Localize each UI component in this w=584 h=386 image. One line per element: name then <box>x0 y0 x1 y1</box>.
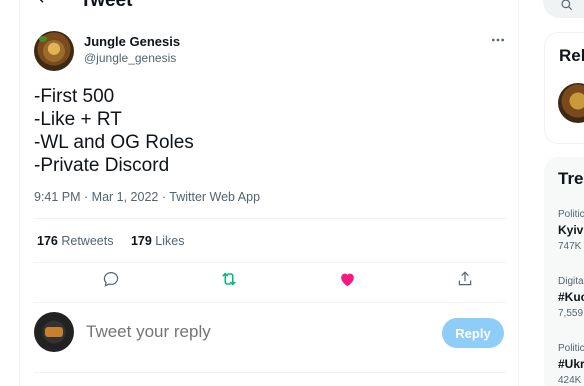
leaf-decoration <box>39 36 47 42</box>
next-tweet <box>34 372 506 382</box>
relevant-person-avatar[interactable] <box>558 83 584 123</box>
retweet-icon[interactable] <box>218 268 240 290</box>
author-avatar[interactable] <box>34 31 74 71</box>
trend-count: 424K <box>558 375 582 386</box>
trends-card: Tre Politic Kyiv 747K Digita #Kuc 7,559 … <box>544 157 584 386</box>
retweets-stat[interactable]: 176 Retweets <box>37 234 113 248</box>
trend-name: #Ukr <box>558 357 584 371</box>
relevant-people-card: Rel <box>544 32 584 144</box>
lion-avatar-art <box>43 40 65 62</box>
tweet-header: Tweet <box>20 0 518 11</box>
relevant-people-title: Rel <box>559 46 584 65</box>
trends-title: Tre <box>558 169 584 188</box>
divider <box>34 302 506 303</box>
tweet-text: -First 500 -Like + RT -WL and OG Roles -… <box>34 85 194 177</box>
trend-category: Digita <box>558 276 584 287</box>
share-icon[interactable] <box>454 268 476 290</box>
search-icon <box>560 0 574 17</box>
retweets-count: 176 <box>37 234 58 248</box>
divider <box>34 262 506 263</box>
trend-item[interactable]: Digita #Kuc 7,559 <box>558 276 584 319</box>
trend-name: Kyiv <box>558 223 584 237</box>
reply-button[interactable]: Reply <box>442 318 504 348</box>
trend-category: Politic <box>558 343 584 354</box>
tweet-line: -WL and OG Roles <box>34 132 194 153</box>
more-options-icon[interactable] <box>490 32 506 51</box>
page-title: Tweet <box>80 0 133 11</box>
avatar-art <box>45 327 63 337</box>
trend-count: 7,559 <box>558 308 584 319</box>
search-bar[interactable] <box>543 0 584 18</box>
tweet-stats: 176 Retweets 179 Likes <box>37 234 198 248</box>
current-user-avatar[interactable] <box>34 312 74 352</box>
reply-composer: Reply <box>34 312 506 356</box>
tweet-line: -First 500 <box>34 86 115 107</box>
tweet-line: -Private Discord <box>34 155 170 176</box>
tweet-line: -Like + RT <box>34 109 122 130</box>
author-name[interactable]: Jungle Genesis <box>84 34 180 49</box>
trend-item[interactable]: Politic Kyiv 747K <box>558 209 584 252</box>
likes-count: 179 <box>130 234 152 248</box>
like-heart-icon[interactable] <box>336 268 358 290</box>
retweets-label: Retweets <box>61 234 114 248</box>
tweet-column: Tweet Jungle Genesis @jungle_genesis -Fi… <box>19 0 519 386</box>
reply-icon[interactable] <box>100 268 122 290</box>
trend-category: Politic <box>558 209 584 220</box>
divider <box>34 218 506 219</box>
trend-name: #Kuc <box>558 290 584 304</box>
trend-item[interactable]: Politic #Ukr 424K <box>558 343 584 386</box>
arrow-left-icon[interactable] <box>34 0 52 11</box>
likes-label: Likes <box>155 234 185 248</box>
tweet-actions <box>34 264 506 294</box>
tweet-timestamp[interactable]: 9:41 PM · Mar 1, 2022 · Twitter Web App <box>34 190 260 204</box>
author-handle[interactable]: @jungle_genesis <box>84 51 176 65</box>
trend-count: 747K <box>558 241 582 252</box>
reply-input[interactable] <box>86 322 307 342</box>
likes-stat[interactable]: 179 Likes <box>131 234 185 248</box>
